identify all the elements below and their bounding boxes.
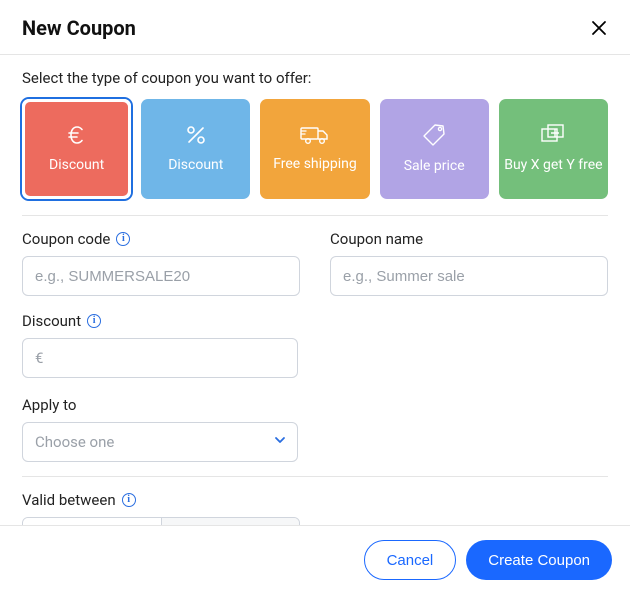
- type-card-label: Buy X get Y free: [504, 157, 602, 175]
- type-card-sale-price[interactable]: Sale price: [380, 99, 489, 199]
- chevron-down-icon: [273, 433, 287, 451]
- valid-between-label: Valid between i: [22, 491, 608, 509]
- modal-title: New Coupon: [22, 16, 136, 40]
- type-card-label: Discount: [168, 157, 223, 175]
- type-card-discount-percent[interactable]: Discount: [141, 99, 250, 199]
- start-date-input[interactable]: Dec 2, 2022: [23, 518, 161, 525]
- modal-body: Select the type of coupon you want to of…: [0, 55, 630, 525]
- type-card-label: Sale price: [404, 158, 465, 176]
- close-button[interactable]: [590, 19, 608, 37]
- coupon-name-input[interactable]: [330, 256, 608, 296]
- type-prompt: Select the type of coupon you want to of…: [22, 69, 608, 87]
- coupon-type-row: Discount Discount Free shipping Sal: [22, 99, 608, 199]
- coupon-code-input[interactable]: [22, 256, 300, 296]
- date-range-picker: Dec 2, 2022 Dec 4, 2022: [22, 517, 300, 525]
- type-card-label: Discount: [49, 157, 104, 175]
- end-date-input: Dec 4, 2022: [161, 518, 299, 525]
- apply-to-placeholder: Choose one: [35, 433, 114, 451]
- close-icon: [590, 19, 608, 37]
- apply-to-select[interactable]: Choose one: [22, 422, 298, 462]
- coupon-name-label: Coupon name: [330, 230, 608, 248]
- coupon-code-field: Coupon code i: [22, 230, 300, 296]
- apply-to-label: Apply to: [22, 396, 608, 414]
- apply-to-field: Apply to Choose one: [22, 396, 608, 462]
- create-coupon-button[interactable]: Create Coupon: [466, 540, 612, 580]
- type-card-discount-amount[interactable]: Discount: [22, 99, 131, 199]
- divider: [22, 476, 608, 477]
- cancel-button[interactable]: Cancel: [364, 540, 457, 580]
- tag-icon: [421, 122, 447, 148]
- discount-field: Discount i €: [22, 312, 608, 378]
- euro-icon: [65, 123, 89, 147]
- buyx-icon: [539, 123, 567, 147]
- truck-icon: [300, 124, 330, 146]
- info-icon[interactable]: i: [87, 314, 101, 328]
- coupon-code-label: Coupon code i: [22, 230, 300, 248]
- coupon-name-field: Coupon name: [330, 230, 608, 296]
- modal-footer: Cancel Create Coupon: [0, 525, 630, 594]
- new-coupon-modal: New Coupon Select the type of coupon you…: [0, 0, 630, 594]
- divider: [22, 215, 608, 216]
- discount-input[interactable]: €: [22, 338, 298, 378]
- type-card-buy-x-get-y[interactable]: Buy X get Y free: [499, 99, 608, 199]
- modal-header: New Coupon: [0, 0, 630, 55]
- type-card-free-shipping[interactable]: Free shipping: [260, 99, 369, 199]
- type-card-label: Free shipping: [273, 156, 357, 174]
- valid-between-field: Valid between i Dec 2, 2022 De: [22, 491, 608, 525]
- currency-prefix: €: [35, 349, 43, 367]
- discount-label: Discount i: [22, 312, 608, 330]
- info-icon[interactable]: i: [122, 493, 136, 507]
- info-icon[interactable]: i: [116, 232, 130, 246]
- percent-icon: [184, 123, 208, 147]
